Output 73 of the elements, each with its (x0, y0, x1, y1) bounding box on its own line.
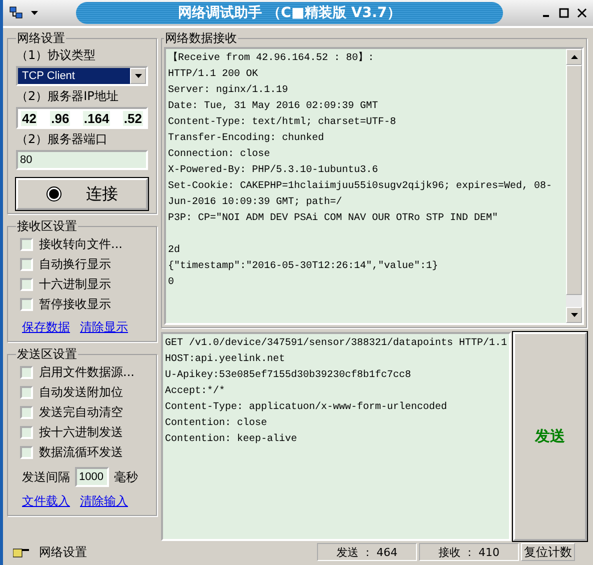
field-label: （2）服务器IP地址 (16, 88, 120, 105)
scrollbar-thumb[interactable] (566, 65, 582, 295)
protocol-dropdown[interactable]: TCP Client (16, 66, 148, 86)
text-line: Set-Cookie: CAKEPHP=1hclaiimjuu55i0sugv2qijk96; expires=Wed, 08- (168, 180, 554, 194)
checkbox-label: 发送完自动清空 (39, 404, 123, 420)
text-line: HTTP/1.1 200 OK (168, 68, 260, 82)
text-line: X-Powered-By: PHP/5.3.10-1ubuntu3.6 (168, 164, 380, 178)
dropdown-arrow-icon (134, 74, 142, 78)
text-line: GET /v1.0/device/347591/sensor/388321/datapoints HTTP/1.1 (165, 336, 508, 351)
received-count: 接收 ： 410 (419, 543, 519, 561)
checkbox-label: 启用文件数据源... (39, 364, 134, 380)
unit-label: 毫秒 (114, 468, 138, 486)
checkbox[interactable] (20, 446, 33, 458)
checkbox-label: 数据流循环发送 (39, 444, 123, 460)
window-title: 网络调试助手 （C■精装版 V3.7） (76, 2, 503, 24)
connect-button[interactable]: 连接 (16, 178, 148, 210)
ip-address-field[interactable]: 42 .96 .164 .52 (16, 107, 148, 129)
text-line: Content-Type: text/html; charset=UTF-8 (168, 116, 398, 130)
close-icon[interactable] (577, 8, 587, 18)
group-title: 网络设置 (16, 30, 66, 47)
scroll-up-icon (570, 55, 578, 59)
text-line: Contention: close (165, 416, 268, 431)
checkbox-label: 接收转向文件... (39, 236, 122, 252)
checkbox[interactable] (20, 278, 33, 290)
text-line: Contention: keep-alive (165, 432, 298, 447)
receive-text-area[interactable] (164, 47, 584, 325)
checkbox[interactable] (20, 366, 33, 378)
checkbox-label: 暂停接收显示 (39, 296, 111, 312)
field-label: （1）协议类型 (16, 47, 97, 64)
text-line: 2d (168, 244, 182, 258)
maximize-icon[interactable] (559, 8, 569, 18)
checkbox-label: 自动换行显示 (39, 256, 111, 272)
text-line: Server: nginx/1.1.19 (168, 84, 290, 98)
text-line: Date: Tue, 31 May 2016 02:09:39 GMT (168, 100, 380, 114)
group-title: 网络数据接收 (164, 30, 238, 47)
network-icon[interactable] (9, 6, 23, 20)
text-line: Connection: close (168, 148, 272, 162)
link[interactable]: 清除输入 (80, 493, 128, 510)
text-line: HOST:api.yeelink.net (165, 352, 286, 367)
field-label: 发送间隔 (22, 468, 70, 486)
reset-count-button[interactable]: 复位计数 (521, 543, 575, 561)
checkbox-label: 按十六进制发送 (39, 424, 123, 440)
checkbox[interactable] (20, 386, 33, 398)
text-line: P3P: CP="NOI ADM DEV PSAi COM NAV OUR OTRo STP IND DEM" (168, 212, 500, 226)
checkbox[interactable] (20, 426, 33, 438)
caret-icon (31, 11, 38, 15)
text-line: 0 (168, 276, 176, 290)
scroll-down-icon (570, 313, 578, 317)
text-line: U-Apikey:53e085ef7155d30b39230cf8b1fc7cc8 (165, 368, 412, 383)
checkbox-label: 十六进制显示 (39, 276, 111, 292)
link[interactable]: 保存数据 (22, 319, 70, 336)
record-icon (46, 186, 62, 202)
sent-count: 发送 ： 464 (317, 543, 417, 561)
interval-field[interactable]: 1000 (75, 467, 109, 487)
checkbox[interactable] (20, 238, 33, 250)
send-text-area[interactable] (161, 332, 512, 541)
group-title: 接收区设置 (16, 218, 78, 235)
text-line: {"timestamp":"2016-05-30T12:26:14","value":1} (168, 260, 440, 274)
link[interactable]: 清除显示 (80, 319, 128, 336)
text-line: Transfer-Encoding: chunked (168, 132, 326, 146)
checkbox[interactable] (20, 406, 33, 418)
checkbox[interactable] (20, 298, 33, 310)
port-field[interactable]: 80 (16, 150, 148, 170)
checkbox[interactable] (20, 258, 33, 270)
link[interactable]: 文件载入 (22, 493, 70, 510)
text-line: 【Receive from 42.96.164.52 : 80】: (168, 51, 376, 66)
status-text: 网络设置 (39, 544, 88, 560)
group-title: 发送区设置 (16, 346, 78, 363)
text-line: Jun-2016 10:09:39 GMT; path=/ (168, 196, 344, 210)
field-label: （2）服务器端口 (16, 131, 109, 148)
text-line: Content-Type: applicatuon/x-www-form-urlencoded (165, 400, 448, 415)
text-line: Accept:*/* (165, 384, 226, 399)
checkbox-label: 自动发送附加位 (39, 384, 123, 400)
